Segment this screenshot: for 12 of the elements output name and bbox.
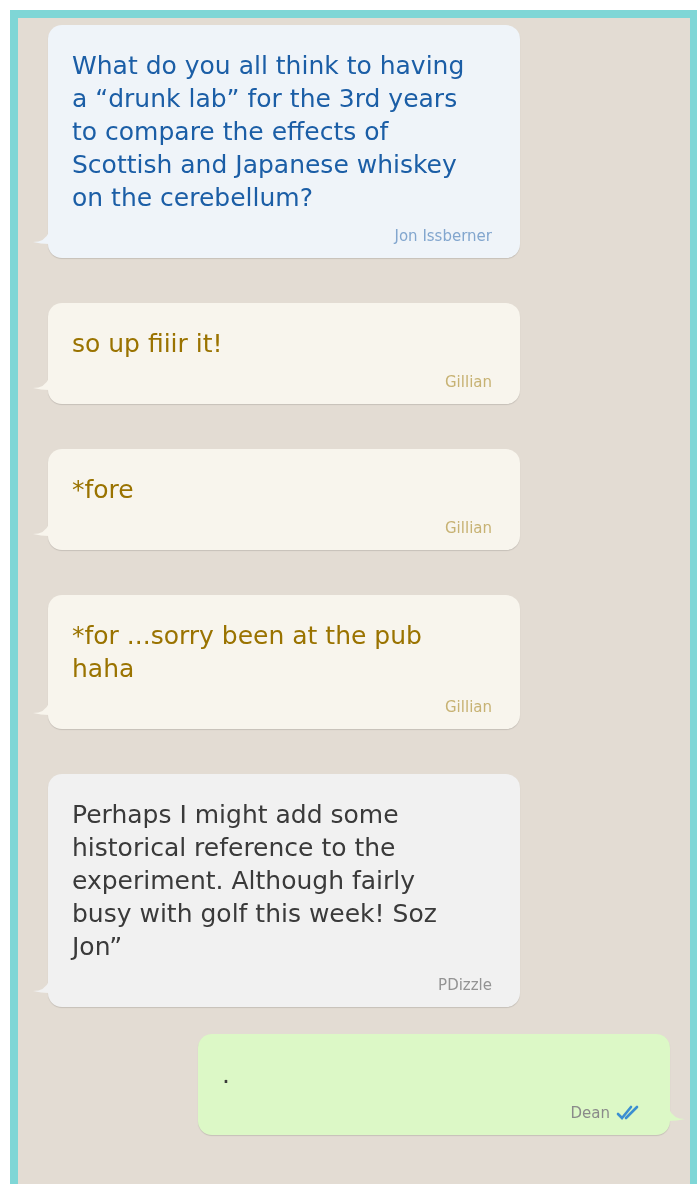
sender-name: Gillian <box>445 697 492 717</box>
message-text: *for ...sorry been at the pub haha <box>72 620 423 685</box>
sender-name: PDizzle <box>438 975 492 995</box>
message-text: Perhaps I might add some historical reference to the experiment. Although fairly busy with golf this week! Soz Jon” <box>72 799 438 963</box>
sender-name: Jon Issberner <box>394 226 492 246</box>
message-text: What do you all think to having a “drunk lab” for the 3rd years to compare the effects of Scottish and Japanese whiskey on the cerebellum? <box>72 50 466 214</box>
sender-name: Dean <box>570 1103 610 1123</box>
message-text: *fore <box>72 474 135 506</box>
sender-name: Gillian <box>445 518 492 538</box>
sender-name: Gillian <box>445 372 492 392</box>
message-text: so up fiiir it! <box>72 328 224 360</box>
message-text: . <box>222 1059 231 1091</box>
